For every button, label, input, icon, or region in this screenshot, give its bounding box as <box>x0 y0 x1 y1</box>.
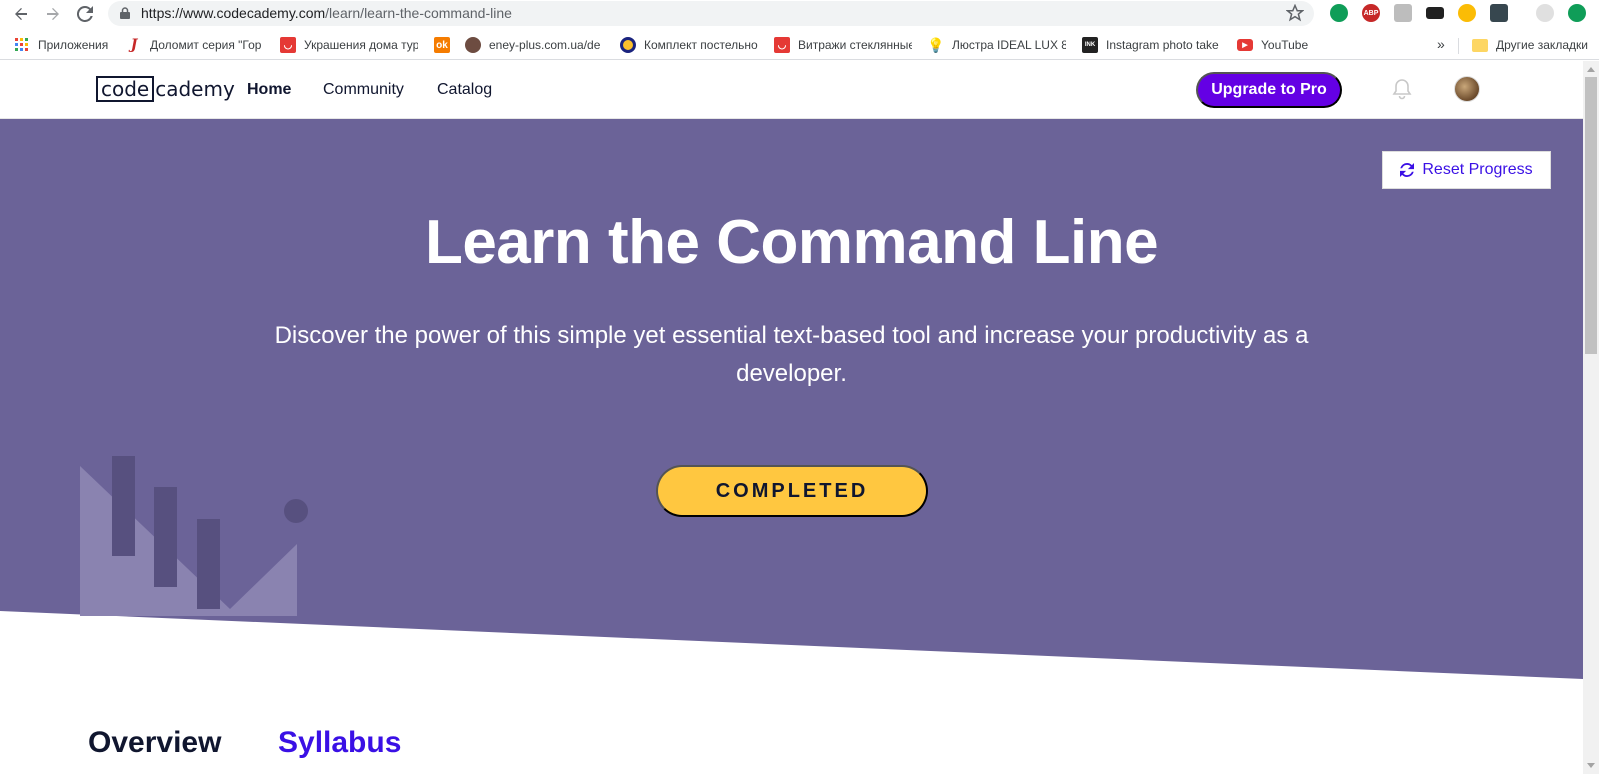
bookmark-item[interactable]: Комплект постельно <box>620 36 758 54</box>
reset-progress-label: Reset Progress <box>1422 161 1533 178</box>
bookmarks-bar: Приложения J Доломит серия "Гор ◡ Украше… <box>0 30 1599 60</box>
nav-home[interactable]: Home <box>247 81 291 99</box>
scrollbar-thumb[interactable] <box>1585 77 1597 354</box>
hero-background <box>0 119 1583 679</box>
site-header: code cademy Home Community Catalog Upgrad… <box>0 61 1583 119</box>
address-bar[interactable]: https://www.codecademy.com/learn/learn-t… <box>108 1 1314 26</box>
course-hero: Reset Progress Learn the Command Line Di… <box>0 119 1583 679</box>
bookmark-youtube[interactable]: ▶ YouTube <box>1237 36 1327 54</box>
tab-overview[interactable]: Overview <box>88 726 221 760</box>
url-text: https://www.codecademy.com/learn/learn-t… <box>141 5 512 21</box>
course-description: Discover the power of this simple yet es… <box>274 322 1309 387</box>
page-scrollbar[interactable] <box>1583 61 1599 774</box>
clover-extension-icon[interactable] <box>1458 4 1476 22</box>
scroll-up-arrow-icon[interactable] <box>1587 67 1595 72</box>
circle-icon <box>620 37 636 53</box>
notification-bell-icon[interactable] <box>1392 78 1412 100</box>
aliexpress-icon: ◡ <box>774 37 790 53</box>
course-title: Learn the Command Line <box>424 208 1159 277</box>
nav-community[interactable]: Community <box>323 81 404 99</box>
bookmark-item[interactable]: 💡 Люстра IDEAL LUX 8 <box>928 36 1066 54</box>
browser-toolbar: https://www.codecademy.com/learn/learn-t… <box>0 0 1599 27</box>
folder-icon <box>1472 38 1488 52</box>
nav-catalog[interactable]: Catalog <box>437 81 492 99</box>
eney-icon <box>465 37 481 53</box>
other-bookmarks[interactable]: Другие закладки <box>1472 36 1597 54</box>
profile-icon[interactable] <box>1536 4 1554 22</box>
bookmark-item[interactable]: INK Instagram photo take <box>1082 36 1220 54</box>
adblock-extension-icon[interactable]: ABP <box>1362 4 1380 22</box>
update-icon[interactable] <box>1568 4 1586 22</box>
pdf-extension-icon[interactable] <box>1394 4 1412 22</box>
odnoklassniki-icon: ok <box>434 37 450 53</box>
ink361-icon: INK <box>1082 37 1098 53</box>
youtube-icon: ▶ <box>1237 39 1253 51</box>
codecademy-logo[interactable]: code cademy <box>96 76 235 102</box>
more-bookmarks-chevron[interactable]: » <box>1437 36 1445 52</box>
apps-grid-icon <box>14 37 30 53</box>
bookmark-item[interactable]: ◡ Украшения дома тур <box>280 36 418 54</box>
bookmark-item[interactable]: ok <box>434 36 454 54</box>
radio-extension-icon[interactable] <box>1426 7 1444 19</box>
back-arrow-icon[interactable] <box>10 3 32 25</box>
completed-status-button[interactable]: COMPLETED <box>656 465 928 517</box>
grammar-extension-icon[interactable] <box>1490 4 1508 22</box>
bookmark-item[interactable]: J Доломит серия "Гор <box>126 36 266 54</box>
refresh-icon <box>1400 163 1415 177</box>
bulb-icon: 💡 <box>928 36 945 53</box>
bookmark-apps[interactable]: Приложения <box>14 36 114 54</box>
evernote-extension-icon[interactable] <box>1330 4 1348 22</box>
aliexpress-icon: ◡ <box>280 37 296 53</box>
user-avatar[interactable] <box>1454 76 1480 102</box>
bookmark-item[interactable]: eney-plus.com.ua/de <box>465 36 603 54</box>
bookmark-item[interactable]: ◡ Витражи стеклянные <box>774 36 912 54</box>
bookmark-star-icon[interactable] <box>1286 4 1304 22</box>
reset-progress-button[interactable]: Reset Progress <box>1382 151 1551 189</box>
doc-icon: J <box>130 37 138 53</box>
reload-icon[interactable] <box>74 3 96 25</box>
lock-icon <box>120 7 130 19</box>
tab-syllabus[interactable]: Syllabus <box>278 726 401 760</box>
bookmarks-divider <box>1458 38 1459 54</box>
scroll-down-arrow-icon[interactable] <box>1587 763 1595 768</box>
upgrade-to-pro-button[interactable]: Upgrade to Pro <box>1196 72 1342 108</box>
forward-arrow-icon[interactable] <box>42 3 64 25</box>
